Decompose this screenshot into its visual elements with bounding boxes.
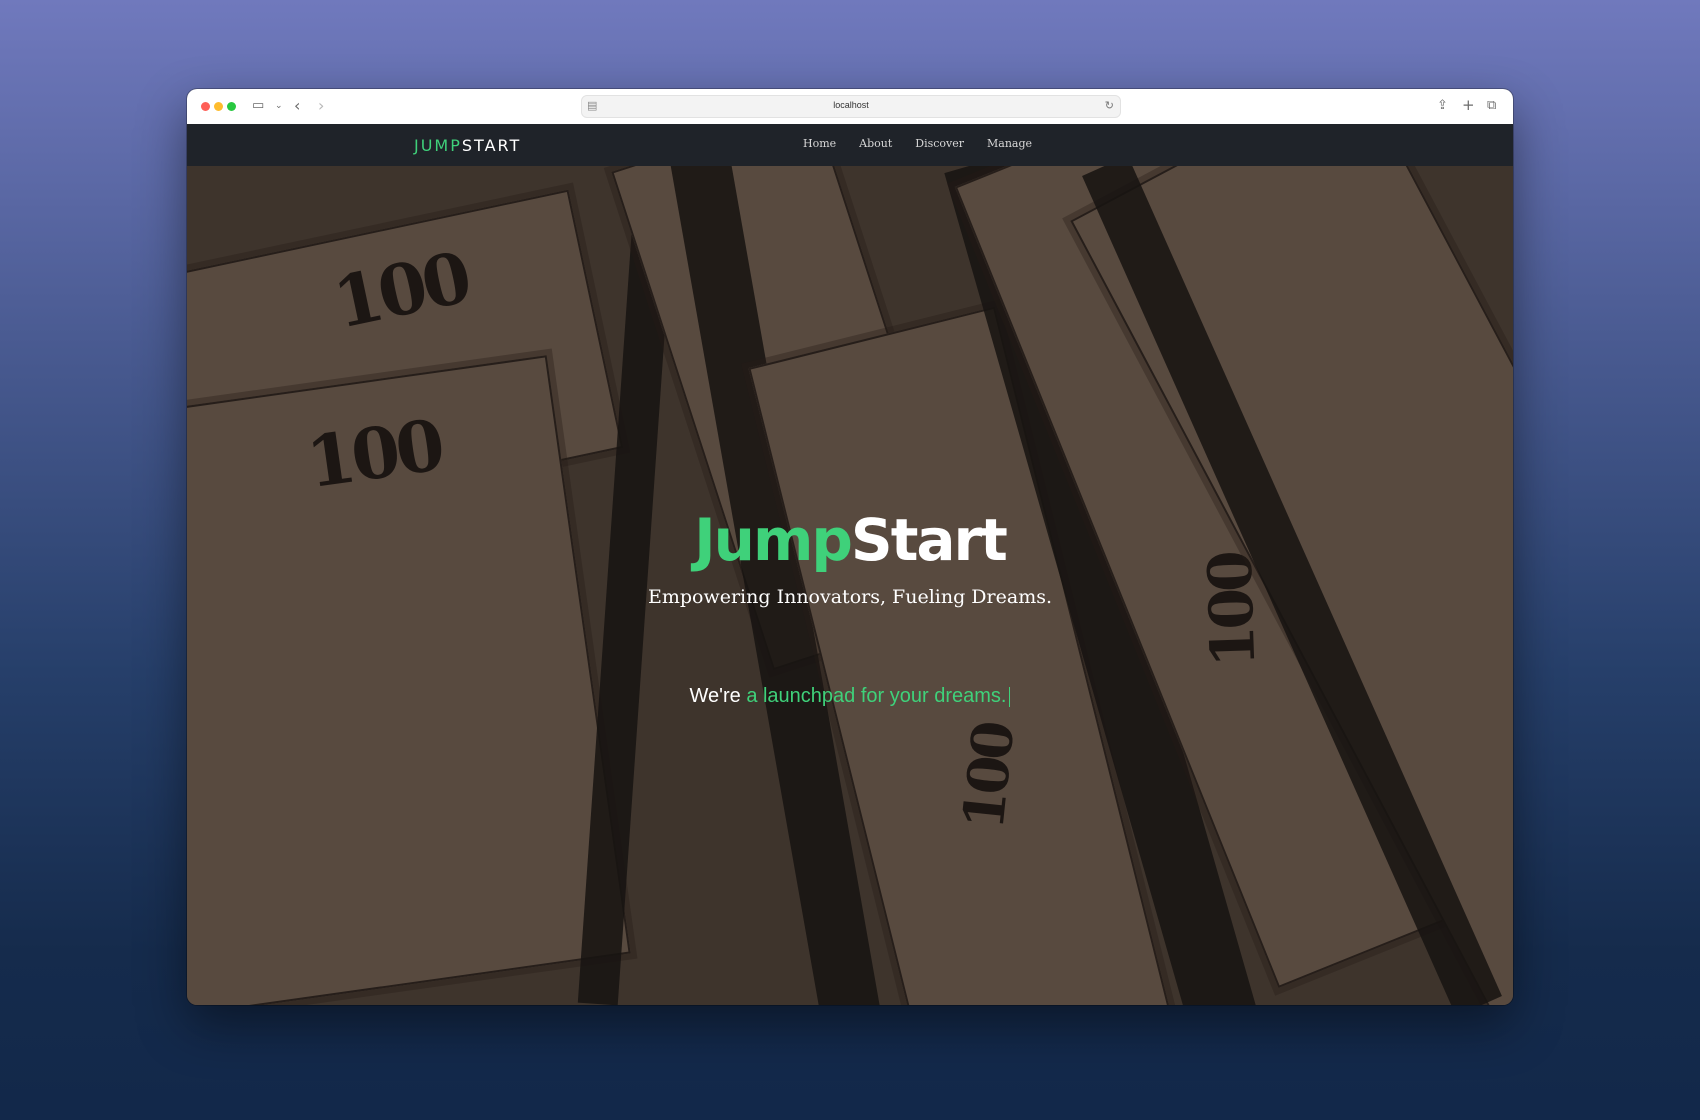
nav-links: Home About Discover Manage bbox=[803, 137, 1032, 150]
browser-window: ▭ ⌄ ‹ › ▤ localhost ↻ ⇪ + ⧉ JUMPSTART Ho… bbox=[187, 89, 1513, 1005]
web-page: JUMPSTART Home About Discover Manage 100… bbox=[187, 124, 1513, 1005]
hero-sub-prefix: We're bbox=[689, 685, 747, 707]
chevron-left-icon[interactable]: ‹ bbox=[294, 97, 300, 115]
hero-title: JumpStart bbox=[187, 506, 1513, 574]
maximize-window-button[interactable] bbox=[227, 102, 236, 111]
hero-title-start: Start bbox=[850, 506, 1008, 574]
hero-section: 100 100 100 100 100 bbox=[187, 166, 1513, 1005]
share-icon[interactable]: ⇪ bbox=[1437, 97, 1448, 115]
reload-icon[interactable]: ↻ bbox=[1105, 99, 1114, 112]
plus-icon[interactable]: + bbox=[1462, 96, 1475, 114]
logo-start: START bbox=[461, 136, 522, 155]
site-navbar: JUMPSTART Home About Discover Manage bbox=[187, 124, 1513, 166]
site-logo[interactable]: JUMPSTART bbox=[414, 136, 521, 155]
hero-tagline: Empowering Innovators, Fueling Dreams. bbox=[647, 586, 1052, 608]
nav-link-discover[interactable]: Discover bbox=[915, 137, 964, 150]
logo-jump: JUMP bbox=[414, 136, 462, 155]
minimize-window-button[interactable] bbox=[214, 102, 223, 111]
nav-link-manage[interactable]: Manage bbox=[987, 137, 1032, 150]
tabs-overview-icon[interactable]: ⧉ bbox=[1487, 97, 1496, 115]
hero-typewriter-text: We're a launchpad for your dreams. bbox=[187, 685, 1513, 708]
chevron-down-icon[interactable]: ⌄ bbox=[275, 97, 283, 115]
browser-toolbar: ▭ ⌄ ‹ › ▤ localhost ↻ ⇪ + ⧉ bbox=[187, 89, 1513, 125]
sidebar-icon[interactable]: ▭ bbox=[252, 97, 264, 115]
hero-sub-highlight: a launchpad for your dreams. bbox=[746, 685, 1007, 707]
chevron-right-icon[interactable]: › bbox=[318, 97, 324, 115]
address-bar[interactable]: ▤ localhost ↻ bbox=[581, 95, 1121, 118]
address-url[interactable]: localhost bbox=[582, 100, 1120, 110]
nav-link-home[interactable]: Home bbox=[803, 137, 836, 150]
nav-link-about[interactable]: About bbox=[859, 137, 892, 150]
hero-title-jump: Jump bbox=[694, 506, 853, 574]
typing-cursor bbox=[1009, 686, 1011, 707]
close-window-button[interactable] bbox=[201, 102, 210, 111]
